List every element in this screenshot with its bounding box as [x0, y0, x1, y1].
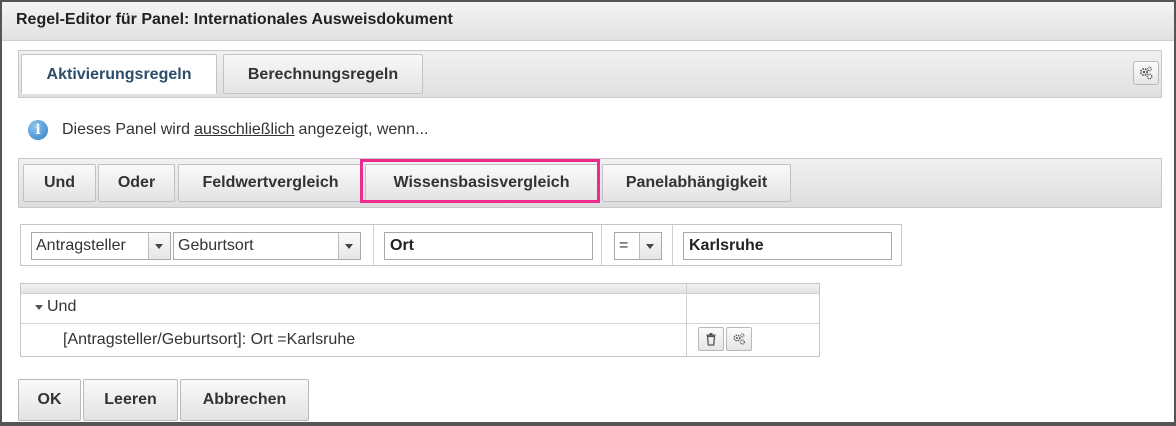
- info-emphasis: ausschließlich: [194, 121, 295, 138]
- dialog-title: Regel-Editor für Panel: Internationales …: [16, 11, 453, 28]
- tree-node-label: Und: [47, 298, 77, 315]
- entity-select[interactable]: Antragsteller: [31, 232, 171, 260]
- chevron-down-icon: [148, 233, 170, 259]
- info-icon: i: [28, 120, 48, 140]
- gears-icon: [733, 333, 745, 345]
- caret-down-icon[interactable]: [35, 304, 43, 310]
- tab-aktivierungsregeln[interactable]: Aktivierungsregeln: [21, 54, 217, 94]
- info-suffix: angezeigt, wenn...: [298, 121, 429, 138]
- ok-button[interactable]: OK: [18, 379, 81, 421]
- info-message: i Dieses Panel wird ausschließlich angez…: [28, 118, 428, 142]
- dialog-titlebar: Regel-Editor für Panel: Internationales …: [2, 2, 1174, 41]
- chevron-down-icon: [639, 233, 661, 259]
- grid-header: [21, 284, 819, 294]
- trash-icon: [706, 333, 716, 346]
- operator-value: =: [619, 237, 629, 254]
- entity-value: Antragsteller: [36, 237, 126, 254]
- divider: [601, 225, 602, 265]
- feldwertvergleich-button[interactable]: Feldwertvergleich: [178, 164, 363, 202]
- cancel-button[interactable]: Abbrechen: [180, 379, 309, 421]
- tree-node-und[interactable]: Und: [35, 298, 76, 316]
- divider: [373, 225, 374, 265]
- field-select[interactable]: Geburtsort: [173, 232, 361, 260]
- clear-button[interactable]: Leeren: [83, 379, 178, 421]
- oder-button[interactable]: Oder: [98, 164, 175, 202]
- tab-bar: Aktivierungsregeln Berechnungsregeln: [18, 50, 1162, 98]
- wissensbasisvergleich-button[interactable]: Wissensbasisvergleich: [365, 164, 598, 202]
- column-divider: [686, 284, 687, 356]
- divider: [672, 225, 673, 265]
- panelabhaengigkeit-button[interactable]: Panelabhängigkeit: [602, 164, 791, 202]
- condition-row: Antragsteller Geburtsort Ort = Karlsruhe: [20, 224, 902, 266]
- operator-toolbar: Und Oder Feldwertvergleich Wissensbasisv…: [18, 158, 1162, 208]
- value-input[interactable]: Karlsruhe: [683, 232, 892, 260]
- field-value: Geburtsort: [178, 237, 254, 254]
- rule-item[interactable]: [Antragsteller/Geburtsort]: Ort =Karlsru…: [63, 331, 355, 349]
- info-prefix: Dieses Panel wird: [62, 121, 191, 138]
- gears-icon: [1139, 66, 1153, 80]
- settings-button[interactable]: [1133, 61, 1159, 85]
- chevron-down-icon: [338, 233, 360, 259]
- rule-editor-dialog: Regel-Editor für Panel: Internationales …: [0, 0, 1176, 426]
- operator-select[interactable]: =: [614, 232, 662, 260]
- delete-rule-button[interactable]: [698, 327, 724, 351]
- edit-rule-button[interactable]: [726, 327, 752, 351]
- attribute-input[interactable]: Ort: [384, 232, 593, 260]
- tab-berechnungsregeln[interactable]: Berechnungsregeln: [223, 54, 423, 94]
- row-divider: [21, 323, 819, 324]
- und-button[interactable]: Und: [23, 164, 96, 202]
- rule-tree-grid: Und [Antragsteller/Geburtsort]: Ort =Kar…: [20, 283, 820, 357]
